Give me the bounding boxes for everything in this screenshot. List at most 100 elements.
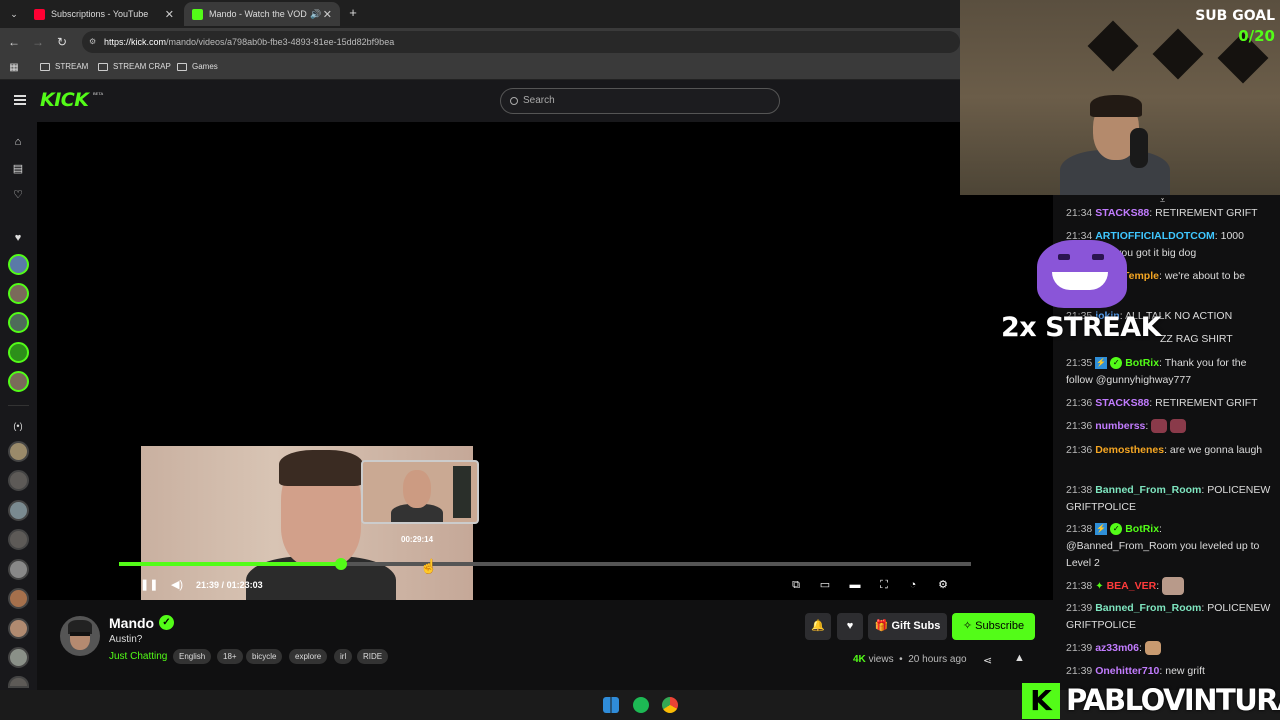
close-tab-icon[interactable]: ✕ xyxy=(323,8,332,21)
followed-channel-avatar[interactable] xyxy=(8,254,29,275)
kick-logo[interactable]: KICK xyxy=(40,89,89,111)
settings-icon[interactable]: ⚙ xyxy=(936,578,950,592)
bot-badge-icon: ⚡ xyxy=(1095,523,1108,536)
url-host: https://kick.com xyxy=(104,37,167,47)
streak-banner: 2x STREAK xyxy=(1001,312,1162,343)
verified-badge-icon: ✓ xyxy=(1110,523,1123,536)
tag-chip[interactable]: RIDE xyxy=(357,649,389,664)
brand-kick-logo: K xyxy=(1022,683,1060,719)
address-bar-row: ← → ↻ ⚙ https://kick.com/mando/videos/a7… xyxy=(0,28,960,56)
audio-playing-icon[interactable]: 🔊 xyxy=(310,9,321,20)
category-link[interactable]: Just Chatting xyxy=(109,651,167,662)
chrome-icon[interactable] xyxy=(662,697,678,713)
chat-message: 21:35 ⚡ ✓ BotRix: Thank you for the follow… xyxy=(1066,357,1247,386)
cast-icon[interactable]: ▭ xyxy=(818,578,832,592)
chat-message: 21:36 numberss: xyxy=(1066,418,1272,435)
apps-grid-icon[interactable]: ▦ xyxy=(6,60,22,76)
close-tab-icon[interactable]: ✕ xyxy=(165,8,174,21)
url-field[interactable]: ⚙ https://kick.com/mando/videos/a798ab0b… xyxy=(82,31,960,53)
followed-channel-avatar[interactable] xyxy=(8,342,29,363)
theater-icon[interactable]: ▬ xyxy=(848,578,862,592)
meta-dot: • xyxy=(899,654,903,665)
new-tab-button[interactable]: + xyxy=(345,5,361,21)
folder-icon xyxy=(98,62,108,71)
channel-avatar[interactable] xyxy=(60,616,100,656)
recommended-channel-avatar[interactable] xyxy=(8,470,29,491)
seek-thumbnail xyxy=(361,460,479,524)
emote-icon xyxy=(1151,419,1168,434)
tag-chip[interactable]: explore xyxy=(289,649,328,664)
share-icon[interactable]: ⋖ xyxy=(983,654,992,667)
chat-message: 21:39 Onehitter710: new grift xyxy=(1066,665,1205,677)
recommended-channel-avatar[interactable] xyxy=(8,529,29,550)
recommended-channel-avatar[interactable] xyxy=(8,647,29,668)
vod-title: Austin? xyxy=(109,634,143,645)
notifications-bell-button[interactable]: 🔔 xyxy=(805,613,831,640)
tab-youtube[interactable]: Subscriptions - YouTube ✕ xyxy=(26,2,182,26)
thumb-face xyxy=(403,470,431,508)
chat-message: 21:34 STACKS88: RETIREMENT GRIFT xyxy=(1066,207,1258,219)
tab-title: Mando - Watch the VOD o xyxy=(209,9,307,19)
fullscreen-icon[interactable]: ⛶ xyxy=(877,578,891,592)
subscribe-button[interactable]: ✧ Subscribe xyxy=(952,613,1035,640)
followed-channel-avatar[interactable] xyxy=(8,371,29,392)
speed-icon[interactable]: ◔ xyxy=(906,578,920,592)
tag-chip[interactable]: 18+ xyxy=(217,649,243,664)
bookmark-games[interactable]: Games xyxy=(177,62,218,71)
sub-goal-label: SUB GOAL xyxy=(1195,8,1275,24)
follow-heart-button[interactable]: ♥ xyxy=(837,613,863,640)
star-icon: ✧ xyxy=(962,620,973,632)
vod-age: 20 hours ago xyxy=(908,654,967,665)
home-icon[interactable]: ⌂ xyxy=(11,135,25,149)
views-label: views xyxy=(868,654,894,665)
volume-icon[interactable]: ◀) xyxy=(170,578,184,592)
recommended-channel-avatar[interactable] xyxy=(8,676,29,688)
seek-bar-played xyxy=(119,562,342,566)
following-icon[interactable]: ♡ xyxy=(11,188,25,202)
subscribe-label: Subscribe xyxy=(975,620,1025,632)
bookmark-label: Games xyxy=(192,62,218,71)
browse-icon[interactable]: ▤ xyxy=(11,162,25,176)
pause-icon[interactable]: ❚❚ xyxy=(140,578,158,592)
bookmark-label: STREAM CRAP xyxy=(113,62,171,71)
sidebar-divider xyxy=(8,405,29,406)
tag-chip[interactable]: English xyxy=(173,649,212,664)
bookmark-stream[interactable]: STREAM xyxy=(40,62,88,71)
followed-channel-avatar[interactable] xyxy=(8,312,29,333)
emote-icon xyxy=(1162,577,1185,595)
tab-title: Subscriptions - YouTube xyxy=(51,9,149,19)
search-input[interactable]: Search xyxy=(500,88,780,114)
recommended-channel-avatar[interactable] xyxy=(8,618,29,639)
chat-message: 21:39 Banned_From_Room: POLICENEW GRIFTP… xyxy=(1066,602,1271,631)
bot-badge-icon: ⚡ xyxy=(1095,357,1108,370)
channel-name[interactable]: Mando xyxy=(109,615,154,631)
microphone xyxy=(1130,128,1148,168)
spotify-icon[interactable] xyxy=(633,697,649,713)
current-time: 21:39 xyxy=(196,580,220,590)
pip-icon[interactable]: ⧉ xyxy=(789,578,803,592)
tag-chip[interactable]: bicycle xyxy=(246,649,283,664)
gift-subs-button[interactable]: 🎁 Gift Subs xyxy=(868,613,947,640)
beta-badge: BETA xyxy=(93,91,104,96)
report-icon[interactable]: ▲ xyxy=(1014,652,1025,664)
recommended-channel-avatar[interactable] xyxy=(8,588,29,609)
followed-heart-icon: ♥ xyxy=(14,232,22,244)
tag-chip[interactable]: irl xyxy=(334,649,353,664)
windows-start-icon[interactable] xyxy=(603,697,619,713)
seek-bar[interactable] xyxy=(119,558,971,570)
kick-header: KICK BETA Search xyxy=(0,80,960,122)
site-info-icon[interactable]: ⚙ xyxy=(89,31,96,53)
hamburger-menu-icon[interactable] xyxy=(14,95,26,105)
forward-icon[interactable]: → xyxy=(30,34,46,50)
bookmark-stream-crap[interactable]: STREAM CRAP xyxy=(98,62,171,71)
recommended-channel-avatar[interactable] xyxy=(8,441,29,462)
recommended-channel-avatar[interactable] xyxy=(8,500,29,521)
followed-channel-avatar[interactable] xyxy=(8,283,29,304)
tab-kick[interactable]: Mando - Watch the VOD o 🔊 ✕ xyxy=(184,2,340,26)
recommended-channel-avatar[interactable] xyxy=(8,559,29,580)
tab-list-icon[interactable]: ⌄ xyxy=(6,6,22,22)
reload-icon[interactable]: ↻ xyxy=(54,34,70,50)
kick-favicon-icon xyxy=(192,8,203,20)
bookmark-label: STREAM xyxy=(55,62,89,71)
back-icon[interactable]: ← xyxy=(6,34,22,50)
